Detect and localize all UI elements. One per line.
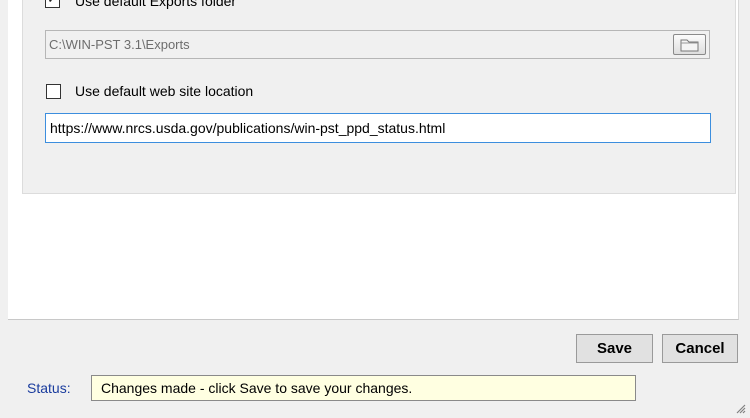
- size-grip-icon[interactable]: [734, 402, 746, 414]
- status-message: Changes made - click Save to save your c…: [91, 375, 636, 401]
- use-default-website-label: Use default web site location: [75, 83, 254, 99]
- use-default-exports-checkbox[interactable]: ✓: [45, 0, 60, 8]
- folder-icon: [680, 39, 699, 52]
- checkmark-icon: ✓: [47, 0, 58, 6]
- cancel-button[interactable]: Cancel: [662, 334, 738, 363]
- save-button[interactable]: Save: [576, 334, 653, 363]
- exports-folder-path: C:\WIN-PST 3.1\Exports: [49, 37, 190, 52]
- exports-folder-field: C:\WIN-PST 3.1\Exports: [45, 30, 710, 59]
- website-url-input[interactable]: [45, 113, 711, 143]
- browse-folder-button[interactable]: [673, 34, 706, 55]
- use-default-exports-label: Use default Exports folder: [75, 0, 237, 9]
- use-default-website-checkbox[interactable]: [46, 84, 61, 99]
- status-label: Status:: [27, 380, 71, 396]
